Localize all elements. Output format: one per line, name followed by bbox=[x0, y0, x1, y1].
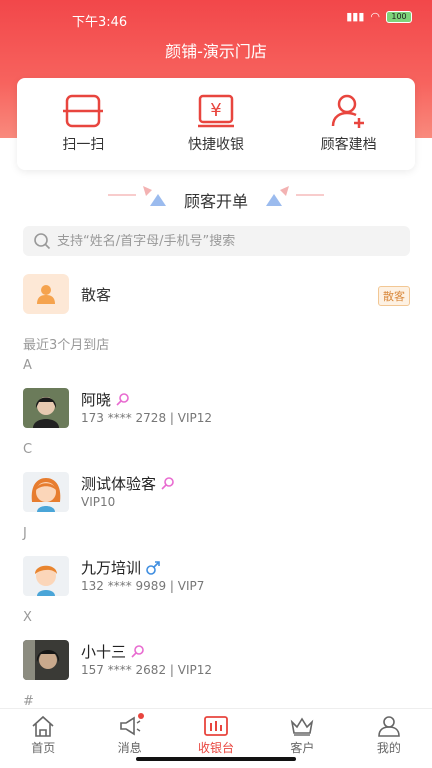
search-icon bbox=[34, 233, 51, 250]
customer-row[interactable]: 阿晓 173 **** 2728 | VIP12 bbox=[23, 388, 410, 428]
walkin-name: 散客 bbox=[81, 286, 112, 304]
tab-home[interactable]: 首页 bbox=[0, 709, 86, 768]
tab-profile[interactable]: 我的 bbox=[346, 709, 432, 768]
battery-icon: 100 bbox=[386, 10, 412, 23]
customer-name-wrap: 小十三 bbox=[81, 641, 146, 662]
customer-name-wrap: 测试体验客 bbox=[81, 473, 176, 494]
customer-name-wrap: 阿晓 bbox=[81, 389, 131, 410]
female-icon bbox=[161, 476, 174, 490]
index-letter: A bbox=[23, 358, 32, 373]
wifi-icon: ◠ bbox=[370, 10, 380, 23]
search-input[interactable] bbox=[57, 233, 387, 249]
message-badge bbox=[137, 713, 144, 719]
tab-home-label: 首页 bbox=[31, 741, 56, 755]
person-icon bbox=[37, 285, 55, 304]
customer-avatar bbox=[23, 388, 69, 428]
customer-info: 173 **** 2728 | VIP12 bbox=[81, 411, 212, 425]
customer-name: 阿晓 bbox=[81, 391, 112, 409]
scan-icon bbox=[63, 94, 104, 128]
index-letter: J bbox=[23, 526, 27, 541]
tab-messages-label: 消息 bbox=[117, 741, 142, 755]
scan-button[interactable]: 扫一扫 bbox=[17, 78, 150, 170]
recent-label: 最近3个月到店 bbox=[23, 338, 110, 353]
customer-info: 132 **** 9989 | VIP7 bbox=[81, 579, 205, 593]
walkin-avatar bbox=[23, 274, 69, 314]
scan-label: 扫一扫 bbox=[62, 137, 105, 153]
customer-avatar bbox=[23, 472, 69, 512]
tab-register-label: 收银台 bbox=[198, 741, 235, 755]
customer-info: 157 **** 2682 | VIP12 bbox=[81, 663, 212, 677]
tab-profile-label: 我的 bbox=[376, 741, 401, 755]
cashier-icon: ¥ bbox=[198, 94, 234, 128]
crown-icon bbox=[291, 717, 314, 736]
customer-info: VIP10 bbox=[81, 495, 116, 509]
customer-name-wrap: 九万培训 bbox=[81, 557, 161, 578]
customer-avatar bbox=[23, 640, 69, 680]
customer-name: 小十三 bbox=[81, 643, 127, 661]
home-icon bbox=[32, 715, 54, 737]
tab-customers-label: 客户 bbox=[290, 741, 315, 755]
home-indicator bbox=[136, 757, 296, 761]
quick-cashier-label: 快捷收银 bbox=[188, 137, 244, 153]
svg-text:¥: ¥ bbox=[210, 100, 221, 121]
status-time: 下午3:46 bbox=[72, 15, 128, 30]
signal-icon: ▮▮▮ bbox=[346, 10, 365, 23]
female-icon bbox=[131, 644, 144, 658]
customer-row[interactable]: 小十三 157 **** 2682 | VIP12 bbox=[23, 640, 410, 680]
customer-name: 测试体验客 bbox=[81, 475, 157, 493]
register-icon bbox=[204, 716, 228, 736]
walkin-tag: 散客 bbox=[378, 286, 410, 306]
status-icons: ▮▮▮ ◠ 100 bbox=[346, 10, 412, 23]
customer-row[interactable]: 测试体验客 VIP10 bbox=[23, 472, 410, 512]
profile-icon bbox=[378, 716, 400, 737]
female-icon bbox=[116, 392, 129, 406]
quick-actions-card: 扫一扫 ¥ 快捷收银 顾客建档 bbox=[17, 78, 415, 170]
add-customer-label: 顾客建档 bbox=[320, 137, 377, 153]
customer-row[interactable]: 九万培训 132 **** 9989 | VIP7 bbox=[23, 556, 410, 596]
customer-avatar bbox=[23, 556, 69, 596]
male-icon bbox=[146, 560, 160, 575]
index-letter: # bbox=[23, 694, 34, 709]
quick-cashier-button[interactable]: ¥ 快捷收银 bbox=[150, 78, 283, 170]
section-title: 顾客开单 bbox=[183, 192, 248, 211]
walkin-customer-row[interactable]: 散客 散客 bbox=[23, 274, 410, 314]
index-letter: C bbox=[23, 442, 33, 457]
section-header: 顾客开单 bbox=[0, 186, 432, 212]
add-customer-button[interactable]: 顾客建档 bbox=[282, 78, 415, 170]
add-customer-icon bbox=[331, 94, 364, 128]
status-bar: 下午3:46 ▮▮▮ ◠ 100 bbox=[0, 8, 432, 30]
store-title: 颜铺-演示门店 bbox=[165, 42, 267, 61]
index-letter: X bbox=[23, 610, 32, 625]
customer-name: 九万培训 bbox=[81, 559, 142, 577]
search-bar[interactable] bbox=[23, 226, 410, 256]
